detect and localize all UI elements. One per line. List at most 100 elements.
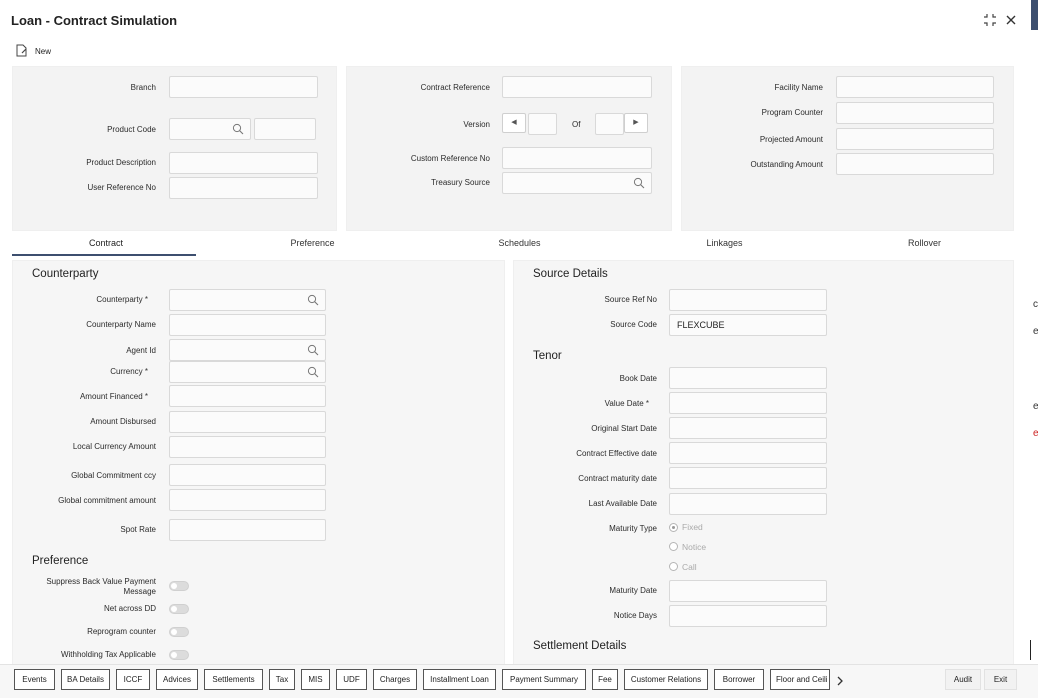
udf-button[interactable]: UDF <box>336 669 367 690</box>
custom-reference-input[interactable] <box>502 147 652 169</box>
tab-linkages[interactable]: Linkages <box>632 238 817 248</box>
search-icon[interactable] <box>307 294 319 306</box>
contract-reference-label: Contract Reference <box>420 83 490 92</box>
advices-button[interactable]: Advices <box>156 669 198 690</box>
tab-preference[interactable]: Preference <box>220 238 405 248</box>
last-available-date-label: Last Available Date <box>588 499 657 508</box>
book-date-input[interactable] <box>669 367 827 389</box>
events-button[interactable]: Events <box>14 669 55 690</box>
new-document-icon <box>16 44 27 57</box>
mis-button[interactable]: MIS <box>301 669 330 690</box>
local-currency-amount-input[interactable] <box>169 436 326 458</box>
payment-summary-button[interactable]: Payment Summary <box>502 669 586 690</box>
agent-id-input[interactable] <box>169 339 326 361</box>
tax-button[interactable]: Tax <box>269 669 295 690</box>
new-button[interactable]: New <box>16 44 56 58</box>
close-icon[interactable] <box>1005 13 1017 25</box>
version-total-input[interactable] <box>595 113 624 135</box>
projected-amount-label: Projected Amount <box>759 135 823 144</box>
amount-financed-input[interactable] <box>169 385 326 407</box>
product-description-label: Product Description <box>86 158 156 167</box>
window-scrollbar[interactable] <box>1031 0 1038 30</box>
product-code-extra-input[interactable] <box>254 118 316 140</box>
installment-loan-button[interactable]: Installment Loan <box>423 669 496 690</box>
counterparty-name-input[interactable] <box>169 314 326 336</box>
maturity-type-label: Maturity Type <box>609 524 657 533</box>
user-reference-label: User Reference No <box>87 183 156 192</box>
search-icon[interactable] <box>307 366 319 378</box>
borrower-button[interactable]: Borrower <box>714 669 764 690</box>
fee-button[interactable]: Fee <box>592 669 618 690</box>
settlement-details-section-title: Settlement Details <box>533 640 627 652</box>
amount-disbursed-input[interactable] <box>169 411 326 433</box>
counterparty-label: Counterparty <box>0 295 148 305</box>
chevron-right-icon[interactable] <box>835 674 845 686</box>
tab-schedules[interactable]: Schedules <box>427 238 612 248</box>
net-across-dd-toggle[interactable] <box>169 604 189 614</box>
contract-maturity-date-input[interactable] <box>669 467 827 489</box>
ba-details-button[interactable]: BA Details <box>61 669 110 690</box>
search-icon[interactable] <box>232 123 244 135</box>
custom-reference-label: Custom Reference No <box>410 154 490 163</box>
product-code-input[interactable] <box>169 118 251 140</box>
currency-input[interactable] <box>169 361 326 383</box>
reprogram-counter-toggle[interactable] <box>169 627 189 637</box>
next-version-button[interactable]: ▶ <box>624 113 648 133</box>
withholding-tax-label: Withholding Tax Applicable <box>60 650 156 659</box>
version-input[interactable] <box>528 113 557 135</box>
maximize-icon[interactable] <box>983 13 997 27</box>
program-counter-label: Program Counter <box>761 108 823 117</box>
global-commitment-amount-input[interactable] <box>169 489 326 511</box>
tab-rollover[interactable]: Rollover <box>832 238 1017 248</box>
audit-button[interactable]: Audit <box>945 669 981 690</box>
outstanding-amount-input[interactable] <box>836 153 994 175</box>
facility-name-input[interactable] <box>836 76 994 98</box>
iccf-button[interactable]: ICCF <box>116 669 150 690</box>
maturity-fixed-radio[interactable] <box>669 523 678 532</box>
projected-amount-input[interactable] <box>836 128 994 150</box>
original-start-date-input[interactable] <box>669 417 827 439</box>
global-commitment-amount-label: Global commitment amount <box>58 496 156 505</box>
edge-fragment: c <box>1033 299 1038 310</box>
facility-name-label: Facility Name <box>774 83 823 92</box>
tab-contract[interactable]: Contract <box>12 238 200 248</box>
floor-and-ceiling-button[interactable]: Floor and Ceili <box>770 669 830 690</box>
source-ref-input[interactable] <box>669 289 827 311</box>
exit-button[interactable]: Exit <box>984 669 1017 690</box>
branch-input[interactable] <box>169 76 318 98</box>
contract-reference-input[interactable] <box>502 76 652 98</box>
agent-id-label: Agent Id <box>126 346 156 355</box>
customer-relations-button[interactable]: Customer Relations <box>624 669 708 690</box>
original-start-date-label: Original Start Date <box>591 424 657 433</box>
counterparty-name-label: Counterparty Name <box>86 320 156 329</box>
search-icon[interactable] <box>307 344 319 356</box>
maturity-notice-radio[interactable] <box>669 542 678 551</box>
amount-financed-label: Amount Financed <box>0 392 148 402</box>
product-description-input[interactable] <box>169 152 318 174</box>
local-currency-amount-label: Local Currency Amount <box>72 442 156 451</box>
notice-days-input[interactable] <box>669 605 827 627</box>
settlements-button[interactable]: Settlements <box>204 669 263 690</box>
spot-rate-input[interactable] <box>169 519 326 541</box>
maturity-notice-label: Notice <box>682 542 707 552</box>
last-available-date-input[interactable] <box>669 493 827 515</box>
treasury-source-label: Treasury Source <box>431 178 490 187</box>
maturity-call-radio[interactable] <box>669 562 678 571</box>
tenor-section-title: Tenor <box>533 350 562 362</box>
value-date-input[interactable] <box>669 392 827 414</box>
charges-button[interactable]: Charges <box>373 669 417 690</box>
maturity-date-input[interactable] <box>669 580 827 602</box>
withholding-tax-toggle[interactable] <box>169 650 189 660</box>
previous-version-button[interactable]: ◀ <box>502 113 526 133</box>
user-reference-input[interactable] <box>169 177 318 199</box>
source-ref-label: Source Ref No <box>604 295 657 304</box>
suppress-back-value-toggle[interactable] <box>169 581 189 591</box>
program-counter-input[interactable] <box>836 102 994 124</box>
search-icon[interactable] <box>633 177 645 189</box>
treasury-source-input[interactable] <box>502 172 652 194</box>
contract-effective-date-input[interactable] <box>669 442 827 464</box>
global-commitment-ccy-input[interactable] <box>169 464 326 486</box>
source-code-input[interactable]: FLEXCUBE <box>669 314 827 336</box>
counterparty-input[interactable] <box>169 289 326 311</box>
contract-effective-date-label: Contract Effective date <box>576 449 657 458</box>
